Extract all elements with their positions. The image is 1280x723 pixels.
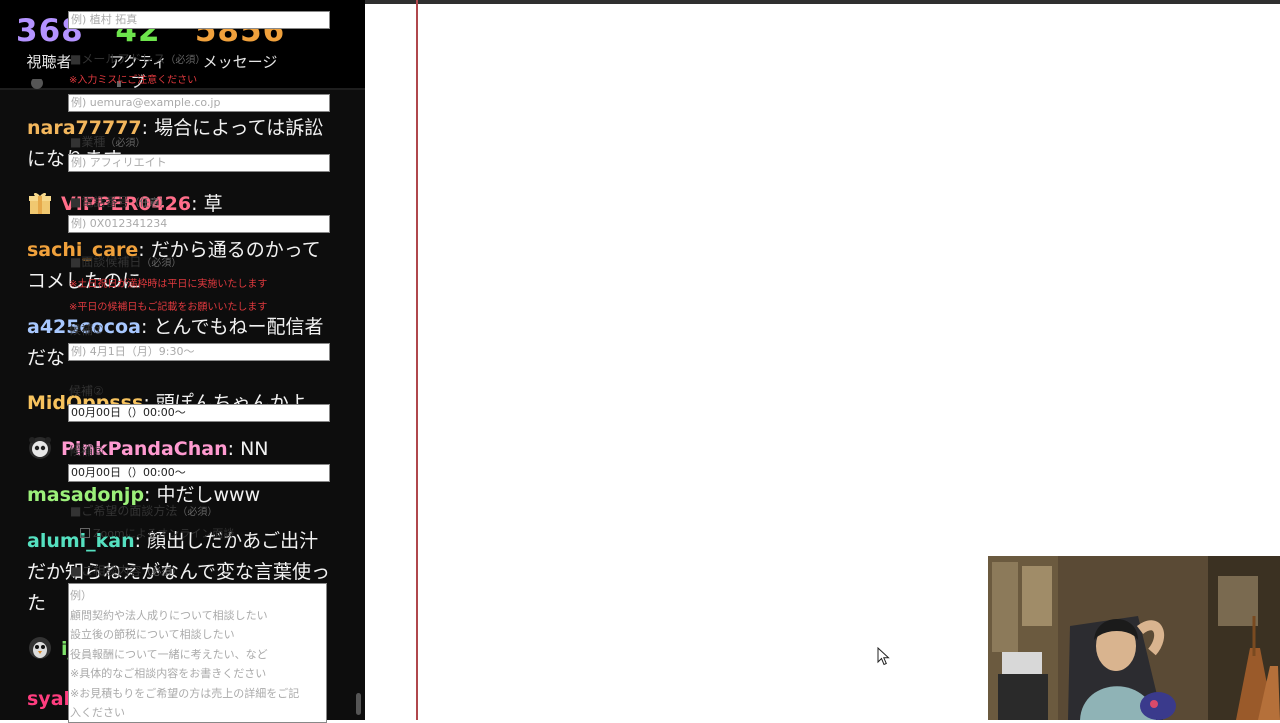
consultation-textarea[interactable]: 例） 顧問契約や法人成りについて相談したい 設立後の節税について相談したい 役員… [68, 583, 327, 723]
chat-scrollbar[interactable] [356, 693, 361, 715]
webcam-overlay [988, 556, 1280, 720]
email-label: ■メールアドレス（必須） [70, 52, 206, 66]
chat-text: NN [240, 438, 269, 460]
name-input[interactable]: 例) 植村 拓真 [68, 11, 330, 29]
candidate-3-input[interactable]: 00月00日（）00:00～ [68, 464, 330, 482]
industry-label: ■業種（必須） [70, 135, 146, 149]
penguin-avatar-icon [27, 635, 53, 661]
chat-text: 草 [203, 193, 223, 215]
email-warning: ※入力ミスにご注意ください [69, 75, 198, 86]
candidate-1-input[interactable]: 例) 4月1日（月）9:30～ [68, 343, 330, 361]
page-left-rule [416, 0, 418, 720]
date-warning-weekend: ※土日祝日が満枠時は平日に実施いたします [69, 279, 268, 290]
industry-input[interactable]: 例) アフィリエイト [68, 154, 330, 172]
zoom-option-label: Zoomによるオンライン面談 [93, 527, 235, 540]
webcam-feed [988, 556, 1280, 720]
interview-date-label: ■面談候補日（必須） [70, 255, 182, 269]
phone-label: ■電話番号（任意） [70, 195, 170, 209]
checkbox-icon[interactable] [80, 528, 90, 538]
candidate-1-label: 候補① [69, 323, 104, 337]
panda-avatar-icon [27, 435, 53, 461]
candidate-2-label: 候補② [69, 384, 104, 398]
mouse-cursor-icon [877, 647, 890, 666]
phone-input[interactable]: 例) 0X012341234 [68, 215, 330, 233]
consultation-label: ■ご相談内容（必須） [70, 564, 182, 578]
page-top-bar [365, 0, 1280, 4]
interview-method-label: ■ご希望の面談方法（必須） [70, 504, 218, 518]
email-input[interactable]: 例) uemura@example.co.jp [68, 94, 330, 112]
candidate-3-label: 候補③ [69, 444, 104, 458]
candidate-2-input[interactable]: 00月00日（）00:00～ [68, 404, 330, 422]
message-count-label: メッセージ [202, 53, 278, 71]
gift-box-icon [27, 190, 53, 216]
zoom-interview-checkbox[interactable]: Zoomによるオンライン面談 [80, 527, 234, 541]
date-warning-weekday: ※平日の候補日もご記載をお願いいたします [69, 302, 268, 313]
